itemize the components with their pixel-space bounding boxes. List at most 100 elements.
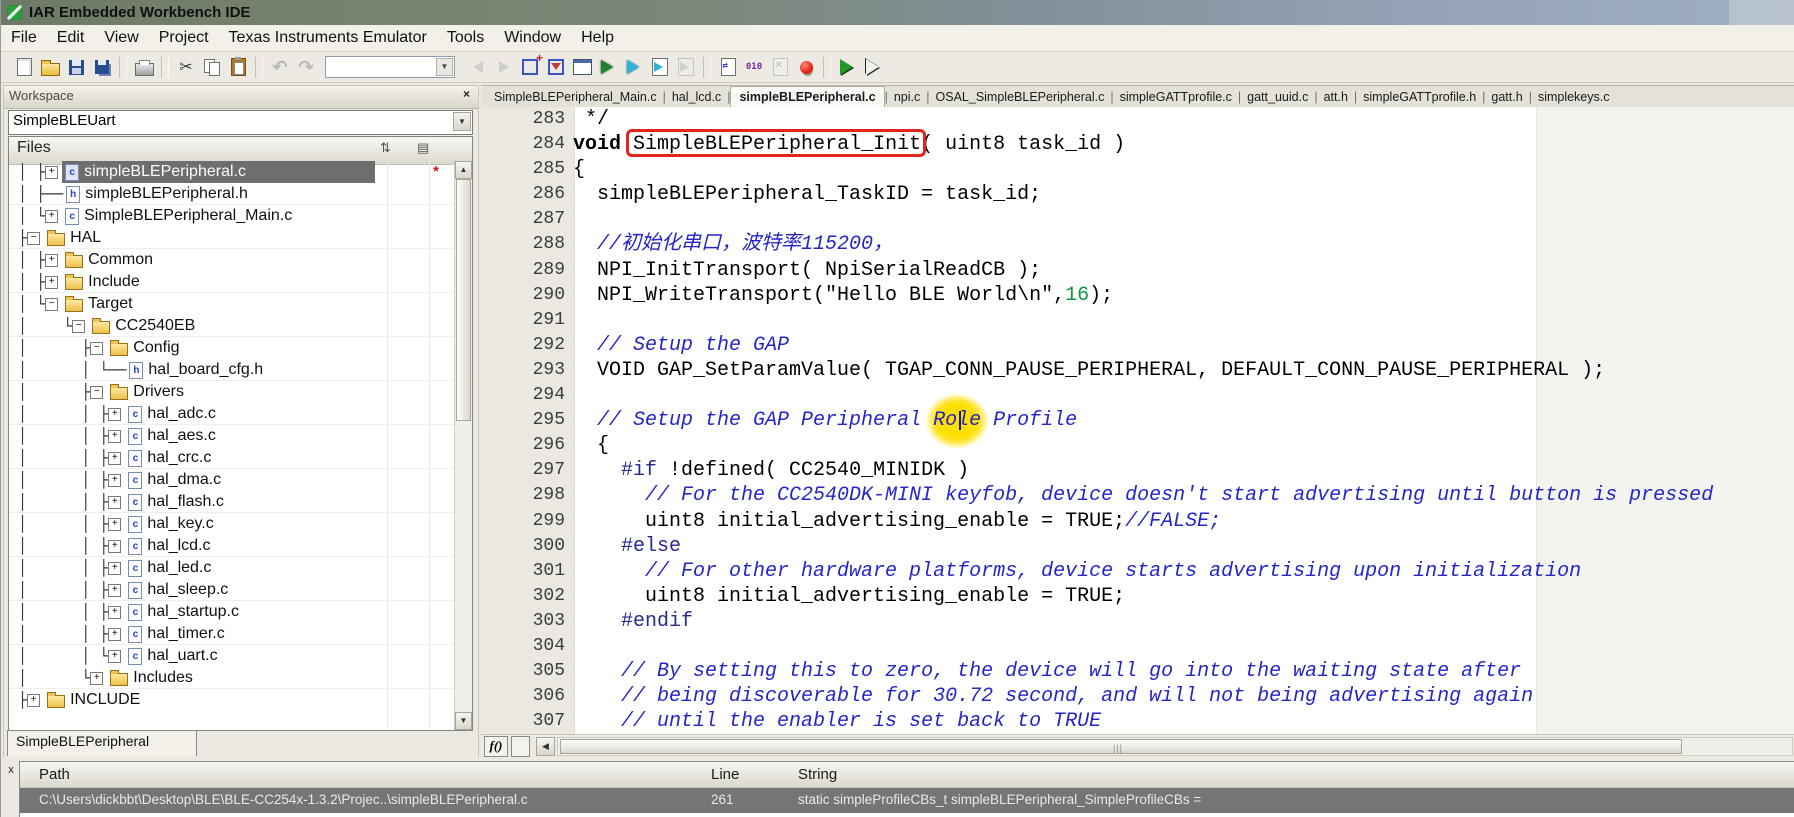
tab-simplegattprofile-h[interactable]: simpleGATTprofile.h	[1357, 87, 1482, 107]
collapse-icon[interactable]: −	[90, 341, 104, 355]
horizontal-scrollbar-thumb[interactable]: |||	[560, 739, 1682, 754]
expand-icon[interactable]: +	[45, 165, 59, 179]
results-close-button[interactable]: x	[3, 763, 19, 779]
undo-button[interactable]: ↶	[267, 55, 293, 80]
tree-item-cc2540eb[interactable]: │ └ − CC2540EB	[9, 315, 455, 337]
print-button[interactable]	[131, 55, 157, 80]
workspace-close-button[interactable]: ×	[459, 87, 474, 102]
tab-simplebleperipheral-c[interactable]: simpleBLEPeripheral.c	[730, 86, 885, 107]
tree-item-hal-sleep-c[interactable]: │ │ ├ + c hal_sleep.c	[9, 579, 455, 601]
tree-item-hal[interactable]: ├ − HAL	[9, 227, 455, 249]
tab-osal-simplebleperipheral-c[interactable]: OSAL_SimpleBLEPeripheral.c	[930, 87, 1111, 107]
results-column-string[interactable]: String	[798, 766, 837, 783]
options-dialog-button[interactable]	[569, 55, 595, 80]
tree-item-includes[interactable]: │ └ + Includes	[9, 667, 455, 689]
debug-without-downloading-button[interactable]	[861, 55, 887, 80]
expand-icon[interactable]: +	[108, 649, 122, 663]
tab-simplekeys-c[interactable]: simplekeys.c	[1532, 87, 1616, 107]
new-document-button[interactable]	[11, 55, 37, 80]
tree-item-common[interactable]: │ ├ + Common	[9, 249, 455, 271]
tab-att-h[interactable]: att.h	[1318, 87, 1354, 107]
function-list-button[interactable]: f()	[484, 736, 508, 757]
collapse-icon[interactable]: −	[72, 319, 86, 333]
tree-item-hal-timer-c[interactable]: │ │ ├ + c hal_timer.c	[9, 623, 455, 645]
tree-item-drivers[interactable]: │ ├ − Drivers	[9, 381, 455, 403]
sort-icon[interactable]: ⇅	[380, 140, 391, 156]
source-browser-button[interactable]	[715, 55, 741, 80]
tab-simplebleperipheral-main-c[interactable]: SimpleBLEPeripheral_Main.c	[488, 87, 663, 107]
expand-icon[interactable]: +	[108, 407, 122, 421]
menu-item-file[interactable]: File	[1, 26, 47, 50]
tree-item-config[interactable]: │ ├ − Config	[9, 337, 455, 359]
tree-item-hal-lcd-c[interactable]: │ │ ├ + c hal_lcd.c	[9, 535, 455, 557]
tab-npi-c[interactable]: npi.c	[888, 87, 926, 107]
tree-item-hal-adc-c[interactable]: │ │ ├ + c hal_adc.c	[9, 403, 455, 425]
tree-item-simplebleperipheral-h[interactable]: │ ├── h simpleBLEPeripheral.h	[9, 183, 455, 205]
menu-item-tools[interactable]: Tools	[437, 26, 494, 50]
scroll-left-button[interactable]: ◀	[536, 737, 555, 756]
save-button[interactable]	[63, 55, 89, 80]
collapse-icon[interactable]: −	[90, 385, 104, 399]
expand-icon[interactable]: +	[108, 605, 122, 619]
code-editor[interactable]: 283 */ 284 void SimpleBLEPeripheral_Init( …	[481, 107, 1794, 735]
tree-item-simplebleperipheral-main-c[interactable]: │ └ + c SimpleBLEPeripheral_Main.c	[9, 205, 455, 227]
debug-log-button[interactable]: 010	[741, 55, 767, 80]
scroll-down-button[interactable]: ▼	[455, 712, 472, 730]
expand-icon[interactable]: +	[90, 671, 104, 685]
tree-item-hal-aes-c[interactable]: │ │ ├ + c hal_aes.c	[9, 425, 455, 447]
find-combo-input[interactable]	[325, 56, 455, 78]
expand-icon[interactable]: +	[108, 561, 122, 575]
tree-item-hal-crc-c[interactable]: │ │ ├ + c hal_crc.c	[9, 447, 455, 469]
menu-item-help[interactable]: Help	[571, 26, 624, 50]
tree-item-hal-board-cfg-h[interactable]: │ │ └── h hal_board_cfg.h	[9, 359, 455, 381]
tree-item-hal-key-c[interactable]: │ │ ├ + c hal_key.c	[9, 513, 455, 535]
expand-icon[interactable]: +	[108, 583, 122, 597]
save-all-button[interactable]	[89, 55, 115, 80]
build-all-button[interactable]	[647, 55, 673, 80]
collapse-icon[interactable]: −	[45, 297, 59, 311]
menu-item-texas-instruments-emulator[interactable]: Texas Instruments Emulator	[219, 26, 437, 50]
tree-item-simplebleperipheral-c[interactable]: │ ├ + c simpleBLEPeripheral.c *	[9, 161, 455, 183]
results-column-path[interactable]: Path	[39, 766, 70, 783]
menu-item-window[interactable]: Window	[494, 26, 571, 50]
tab-hal-lcd-c[interactable]: hal_lcd.c	[666, 87, 727, 107]
tree-item-hal-led-c[interactable]: │ │ ├ + c hal_led.c	[9, 557, 455, 579]
expand-icon[interactable]: +	[108, 539, 122, 553]
redo-button[interactable]: ↷	[293, 55, 319, 80]
tree-vertical-scrollbar[interactable]: ▲ ▼	[454, 161, 472, 730]
cut-button[interactable]: ✂	[173, 55, 199, 80]
tree-item-target[interactable]: │ └ − Target	[9, 293, 455, 315]
expand-icon[interactable]: +	[45, 275, 59, 289]
expand-icon[interactable]: +	[108, 517, 122, 531]
workspace-project-tab[interactable]: SimpleBLEPeripheral	[7, 730, 197, 756]
tree-item-include[interactable]: │ ├ + Include	[9, 271, 455, 293]
results-header[interactable]: Path Line String	[20, 762, 1794, 788]
paste-button[interactable]	[225, 55, 251, 80]
tab-simplegattprofile-c[interactable]: simpleGATTprofile.c	[1114, 87, 1238, 107]
toggle-breakpoint-button[interactable]	[793, 55, 819, 80]
tab-gatt-h[interactable]: gatt.h	[1485, 87, 1528, 107]
copy-button[interactable]	[199, 55, 225, 80]
tab-gatt-uuid-c[interactable]: gatt_uuid.c	[1241, 87, 1314, 107]
results-row[interactable]: C:\Users\dickbbt\Desktop\BLE\BLE-CC254x-…	[20, 788, 1794, 813]
project-configuration-dropdown[interactable]: SimpleBLEUart	[8, 110, 473, 135]
find-next-button[interactable]	[491, 55, 517, 80]
expand-icon[interactable]: +	[108, 495, 122, 509]
horizontal-scrollbar[interactable]: |||	[557, 737, 1793, 756]
expand-icon[interactable]: +	[108, 451, 122, 465]
workspace-panel-header[interactable]: Workspace ×	[4, 86, 478, 109]
scrollbar-thumb[interactable]	[456, 179, 471, 421]
expand-icon[interactable]: +	[45, 209, 59, 223]
stop-build-button[interactable]	[673, 55, 699, 80]
tree-item-hal-uart-c[interactable]: │ │ └ + c hal_uart.c	[9, 645, 455, 667]
toggle-bookmark-button[interactable]	[517, 51, 543, 80]
find-previous-button[interactable]	[465, 55, 491, 80]
remove-all-breakpoints-button[interactable]	[767, 55, 793, 80]
expand-icon[interactable]: +	[45, 253, 59, 267]
expand-icon[interactable]: +	[27, 693, 41, 707]
tree-item-hal-dma-c[interactable]: │ │ ├ + c hal_dma.c	[9, 469, 455, 491]
expand-icon[interactable]: +	[108, 627, 122, 641]
open-file-button[interactable]	[37, 55, 63, 80]
tree-item-hal-flash-c[interactable]: │ │ ├ + c hal_flash.c	[9, 491, 455, 513]
menu-item-view[interactable]: View	[94, 26, 148, 50]
